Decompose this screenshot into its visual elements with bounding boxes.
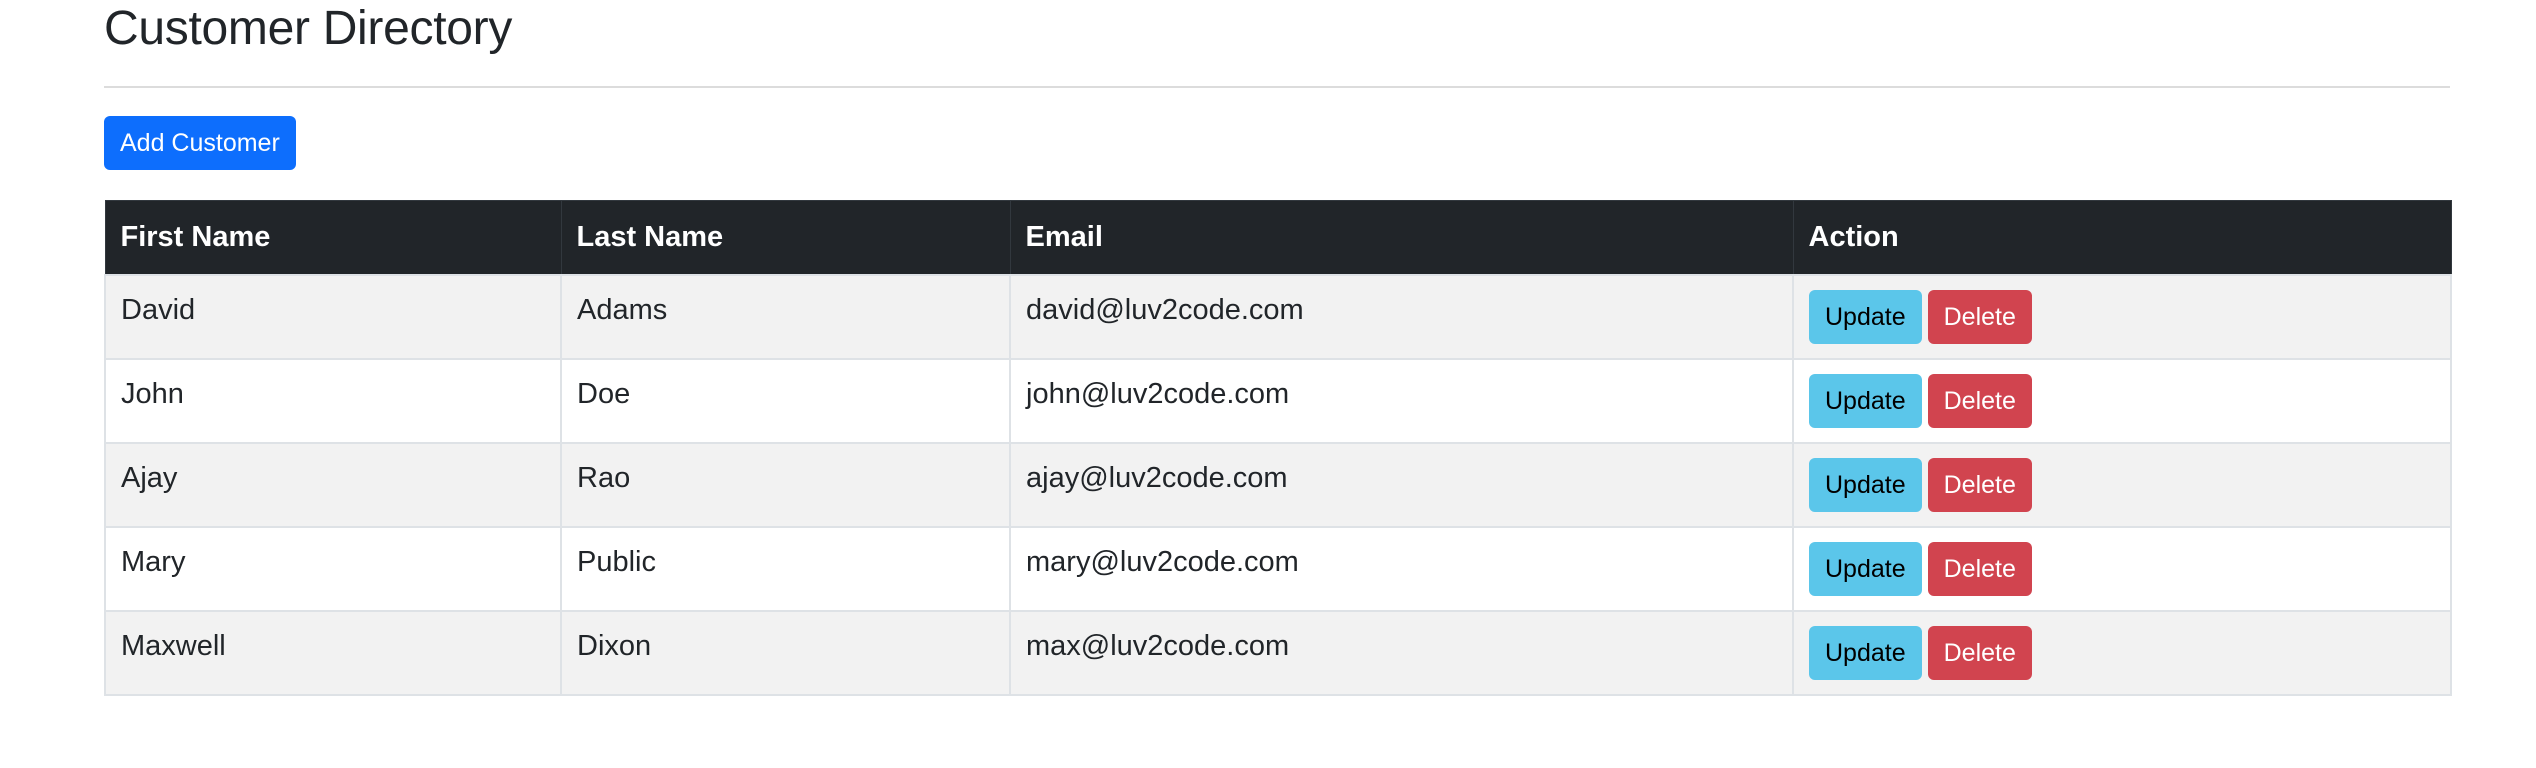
main-container: Customer Directory Add Customer First Na… [104,0,2452,696]
customer-table: First Name Last Name Email Action David … [104,200,2452,696]
cell-first-name: Mary [104,525,562,612]
add-customer-button[interactable]: Add Customer [104,116,296,170]
cell-first-name: David [104,273,562,360]
cell-action: Update Delete [1792,357,2452,444]
table-header: First Name Last Name Email Action [104,200,2452,275]
delete-button[interactable]: Delete [1927,373,2032,428]
update-button[interactable]: Update [1809,541,1922,596]
table-row: Mary Public mary@luv2code.com Update Dele… [104,525,2452,612]
cell-email: ajay@luv2code.com [1009,441,1794,528]
column-header-email: Email [1009,200,1794,275]
cell-first-name: Maxwell [104,609,562,696]
delete-button[interactable]: Delete [1927,625,2032,680]
table-body: David Adams david@luv2code.com Update Del… [104,273,2452,696]
cell-last-name: Public [560,525,1011,612]
customer-table-wrapper: First Name Last Name Email Action David … [104,200,2452,696]
delete-button[interactable]: Delete [1927,457,2032,512]
cell-email: john@luv2code.com [1009,357,1794,444]
column-header-first-name: First Name [104,200,562,275]
cell-last-name: Doe [560,357,1011,444]
table-row: John Doe john@luv2code.com Update Delete [104,357,2452,444]
update-button[interactable]: Update [1809,625,1922,680]
cell-action: Update Delete [1792,273,2452,360]
delete-button[interactable]: Delete [1927,289,2032,344]
update-button[interactable]: Update [1809,457,1922,512]
update-button[interactable]: Update [1809,289,1922,344]
page-title: Customer Directory [104,2,513,55]
table-row: Maxwell Dixon max@luv2code.com Update Del… [104,609,2452,696]
cell-action: Update Delete [1792,525,2452,612]
table-header-row: First Name Last Name Email Action [104,200,2452,275]
cell-email: max@luv2code.com [1009,609,1794,696]
table-row: David Adams david@luv2code.com Update Del… [104,273,2452,360]
cell-last-name: Adams [560,273,1011,360]
cell-email: mary@luv2code.com [1009,525,1794,612]
cell-last-name: Rao [560,441,1011,528]
cell-email: david@luv2code.com [1009,273,1794,360]
table-row: Ajay Rao ajay@luv2code.com Update Delete [104,441,2452,528]
cell-first-name: Ajay [104,441,562,528]
update-button[interactable]: Update [1809,373,1922,428]
cell-action: Update Delete [1792,441,2452,528]
cell-action: Update Delete [1792,609,2452,696]
cell-first-name: John [104,357,562,444]
column-header-action: Action [1792,200,2452,275]
cell-last-name: Dixon [560,609,1011,696]
title-divider [104,86,2450,88]
delete-button[interactable]: Delete [1927,541,2032,596]
column-header-last-name: Last Name [560,200,1011,275]
